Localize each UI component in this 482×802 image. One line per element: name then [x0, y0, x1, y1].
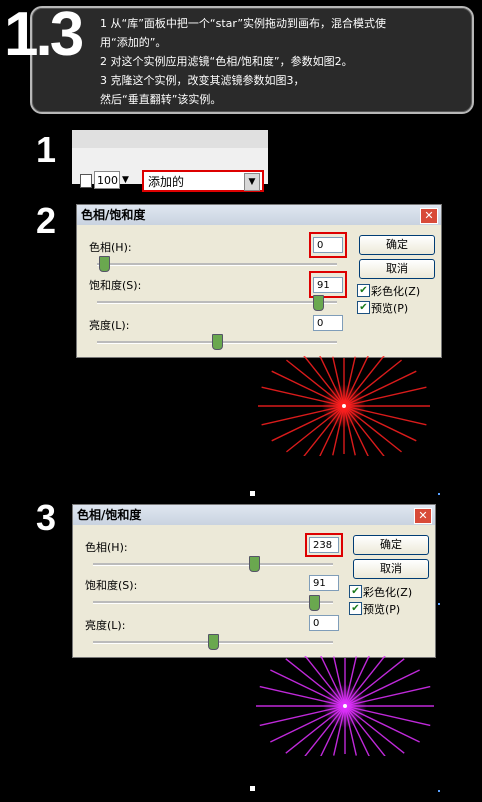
preview-label: 预览(P) — [371, 302, 409, 315]
selection-handle[interactable] — [250, 786, 255, 791]
colorize-label: 彩色化(Z) — [363, 586, 413, 599]
opacity-icon — [80, 174, 92, 188]
selection-dot — [438, 603, 440, 605]
lightness-input[interactable]: 0 — [313, 315, 343, 331]
saturation-slider-thumb[interactable] — [308, 595, 320, 611]
colorize-checkbox[interactable]: ✔ — [349, 585, 362, 598]
colorize-label: 彩色化(Z) — [371, 285, 421, 298]
ok-button[interactable]: 确定 — [353, 535, 429, 555]
cancel-button[interactable]: 取消 — [359, 259, 435, 279]
selection-handle[interactable] — [250, 491, 255, 496]
step-number-1: 1 — [36, 129, 57, 170]
close-icon[interactable]: ✕ — [420, 208, 438, 224]
properties-toolbar: 100 ▼ 添加的 ▼ — [72, 130, 268, 192]
hue-highlight — [309, 232, 347, 258]
hue-slider-track[interactable] — [97, 263, 337, 266]
close-icon[interactable]: ✕ — [414, 508, 432, 524]
instruction-line: 3 克隆这个实例，改变其滤镜参数如图3， — [100, 74, 305, 87]
lightness-slider-thumb[interactable] — [208, 634, 219, 650]
dialog-title: 色相/饱和度 — [77, 205, 441, 225]
magenta-star-burst — [256, 656, 434, 756]
preview-checkbox[interactable]: ✔ — [357, 301, 370, 314]
selection-dot — [438, 790, 440, 792]
preview-checkbox[interactable]: ✔ — [349, 602, 362, 615]
colorize-checkbox[interactable]: ✔ — [357, 284, 370, 297]
step-number-2: 2 — [36, 200, 57, 241]
instruction-line: 1 从“库”面板中把一个“star”实例拖动到画布，混合模式使 — [100, 17, 387, 30]
ok-button[interactable]: 确定 — [359, 235, 435, 255]
instruction-line: 用“添加的”。 — [100, 36, 167, 49]
lightness-label: 亮度(L): — [89, 319, 130, 332]
hue-saturation-dialog-step2: 色相/饱和度 ✕ 色相(H): 0 饱和度(S): 91 亮度(L): 0 确定… — [76, 204, 442, 358]
preview-label: 预览(P) — [363, 603, 401, 616]
selection-dot — [438, 493, 440, 495]
star-center — [342, 404, 346, 408]
red-star-burst — [258, 356, 430, 456]
saturation-input[interactable]: 91 — [309, 575, 339, 591]
hue-saturation-dialog-step3: 色相/饱和度 ✕ 色相(H): 238 饱和度(S): 91 亮度(L): 0 … — [72, 504, 436, 658]
step-number-3: 3 — [36, 497, 57, 538]
saturation-label: 饱和度(S): — [85, 579, 138, 592]
lightness-input[interactable]: 0 — [309, 615, 339, 631]
saturation-highlight — [309, 271, 347, 298]
lightness-slider-thumb[interactable] — [212, 334, 223, 350]
hue-label: 色相(H): — [89, 241, 132, 254]
saturation-label: 饱和度(S): — [89, 279, 142, 292]
opacity-dropdown-icon[interactable]: ▼ — [122, 171, 132, 189]
hue-slider-thumb[interactable] — [248, 556, 260, 572]
chevron-down-icon[interactable]: ▼ — [244, 173, 260, 191]
opacity-input[interactable]: 100 — [94, 171, 120, 189]
step-title: 1.3 — [4, 0, 84, 69]
hue-label: 色相(H): — [85, 541, 128, 554]
hue-highlight — [305, 533, 343, 557]
instruction-line: 2 对这个实例应用滤镜“色相/饱和度”，参数如图2。 — [100, 55, 353, 68]
instruction-line: 然后“垂直翻转”该实例。 — [100, 93, 222, 106]
instructions: 1 从“库”面板中把一个“star”实例拖动到画布，混合模式使 用“添加的”。 … — [100, 14, 460, 109]
saturation-slider-track[interactable] — [97, 301, 337, 304]
star-center — [343, 704, 347, 708]
blend-mode-select[interactable]: 添加的 ▼ — [142, 170, 264, 192]
hue-slider-thumb[interactable] — [99, 256, 111, 272]
dialog-title: 色相/饱和度 — [73, 505, 435, 525]
saturation-slider-track[interactable] — [93, 601, 333, 604]
blend-mode-value: 添加的 — [148, 175, 185, 189]
saturation-slider-thumb[interactable] — [312, 295, 324, 311]
cancel-button[interactable]: 取消 — [353, 559, 429, 579]
lightness-label: 亮度(L): — [85, 619, 126, 632]
hue-slider-track[interactable] — [93, 563, 333, 566]
